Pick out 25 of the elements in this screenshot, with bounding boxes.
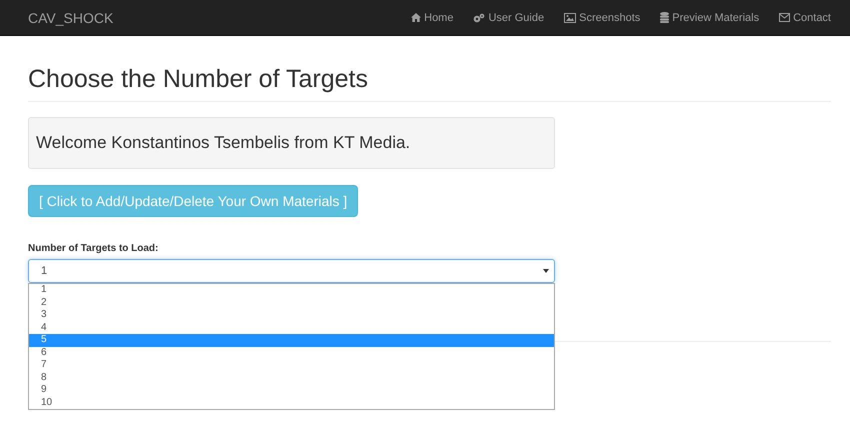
page-title: Choose the Number of Targets: [28, 64, 368, 94]
nav-link[interactable]: User Guide: [473, 12, 544, 24]
dropdown-option[interactable]: 7: [29, 359, 554, 372]
gears-icon: [473, 12, 486, 22]
field-label: Number of Targets to Load:: [28, 243, 160, 254]
dropdown-option[interactable]: 8: [29, 372, 554, 384]
image-icon: [564, 12, 576, 22]
nav-link[interactable]: Home: [411, 12, 454, 24]
dropdown-option[interactable]: 1: [29, 284, 554, 296]
brand-logo[interactable]: CAV_SHOCK: [28, 10, 412, 26]
caret-icon: [543, 269, 549, 273]
home-icon: [411, 13, 422, 22]
nav-link[interactable]: Screenshots: [564, 12, 640, 24]
nav-link[interactable]: Preview Materials: [660, 12, 760, 24]
welcome-panel: Welcome Konstantinos Tsembelis from KT Media.: [28, 117, 555, 169]
nav-link[interactable]: Contact: [779, 12, 831, 24]
dropdown-option[interactable]: 3: [29, 309, 554, 322]
envelope-icon: [779, 13, 790, 22]
dropdown-option[interactable]: 9: [29, 384, 554, 396]
targets-select[interactable]: 1: [28, 259, 555, 283]
dropdown-option[interactable]: 4: [29, 322, 554, 334]
dropdown-option[interactable]: 10: [29, 396, 554, 409]
dropdown-option[interactable]: 2: [29, 296, 554, 309]
database-icon: [660, 12, 670, 23]
dropdown-option[interactable]: 6: [29, 346, 554, 359]
